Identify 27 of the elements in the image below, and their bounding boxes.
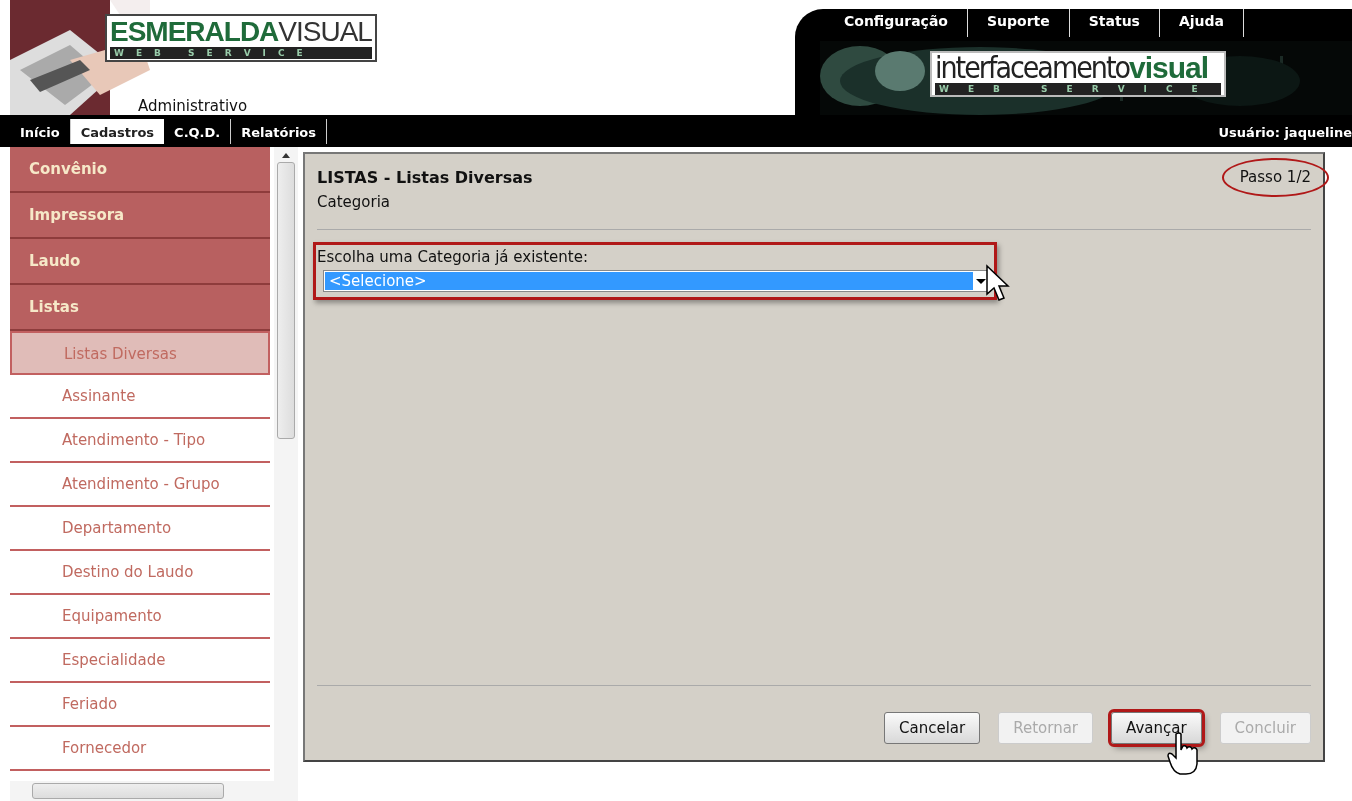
nav-tab[interactable]: C.Q.D. [164, 119, 232, 144]
nav-tab[interactable]: Relatórios [231, 119, 328, 144]
step-indicator: Passo 1/2 [1239, 168, 1311, 187]
cursor-icon [985, 264, 1011, 304]
scroll-up-icon [282, 153, 290, 158]
top-link[interactable]: Ajuda [1159, 9, 1245, 37]
top-link[interactable]: Suporte [967, 9, 1070, 37]
top-link[interactable]: Configuração [825, 9, 968, 37]
nav-tab[interactable]: Início [10, 119, 71, 144]
panel-subtitle: Categoria [317, 193, 391, 211]
logo: ESMERALDAVISUAL WEB SERVICE [105, 14, 377, 62]
nav-tab[interactable]: Cadastros [70, 119, 165, 144]
horizontal-scrollbar[interactable] [10, 781, 298, 801]
field-label: Escolha uma Categoria já existente: [317, 248, 589, 266]
wizard-button[interactable]: Avançar [1111, 712, 1202, 744]
panel-title: LISTAS - Listas Diversas [317, 168, 533, 187]
top-link[interactable]: Status [1069, 9, 1160, 37]
logo: interfaceamentovisual WEB SERVICE [930, 51, 1226, 97]
app-subtitle: Administrativo [138, 97, 248, 115]
wizard-button[interactable]: Cancelar [884, 712, 981, 744]
sidebar-item[interactable]: Listas Diversas [10, 331, 270, 375]
sidebar-item[interactable]: Listas [10, 285, 270, 331]
sidebar-item[interactable]: Convênio [10, 147, 270, 193]
sidebar-item[interactable]: Impressora [10, 193, 270, 239]
sidebar-item[interactable]: Laudo [10, 239, 270, 285]
vertical-scrollbar[interactable] [274, 147, 298, 781]
user-label: Usuário: jaqueline [1218, 125, 1352, 142]
